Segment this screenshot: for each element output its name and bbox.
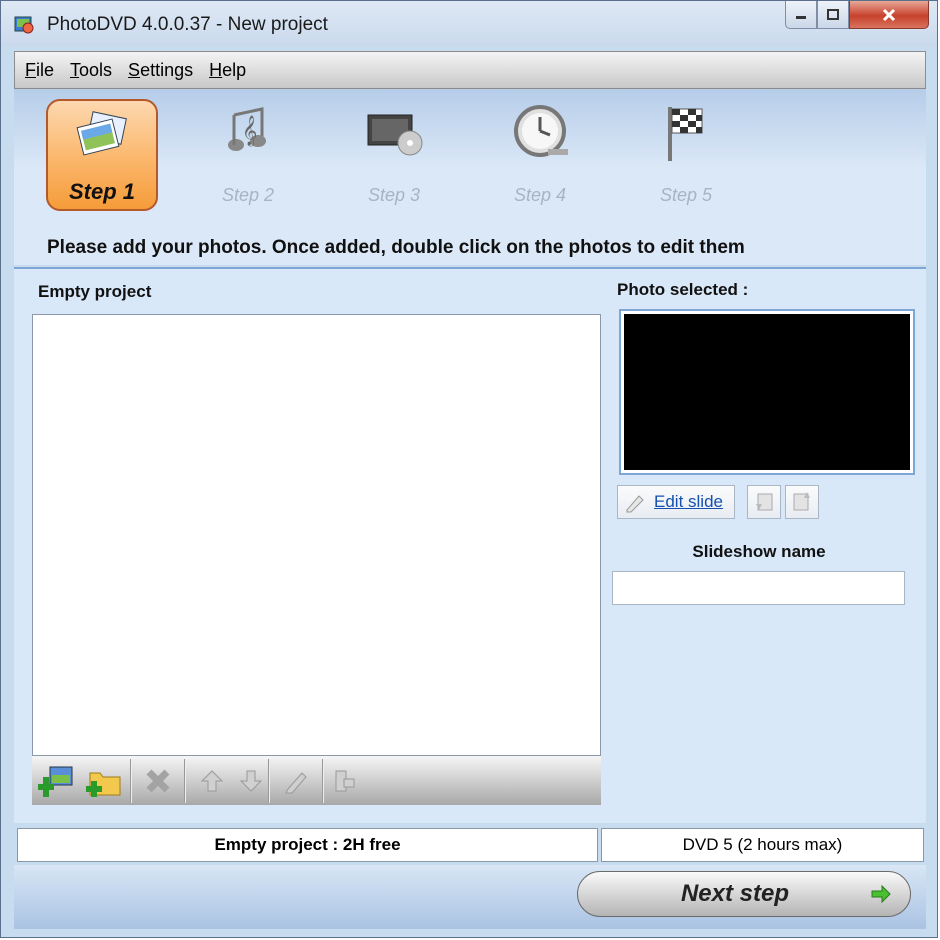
rotate-right-icon xyxy=(793,492,810,511)
next-step-label: Next step xyxy=(680,880,790,907)
menu-settings[interactable]: Settings xyxy=(128,60,193,81)
photo-toolbar xyxy=(32,756,601,805)
photo-list[interactable] xyxy=(32,314,601,756)
toolbar-separator xyxy=(130,758,132,803)
slideshow-name-input[interactable] xyxy=(612,571,905,605)
toolbar-separator xyxy=(322,758,324,803)
properties-button[interactable] xyxy=(326,761,362,801)
project-status: Empty project : 2H free xyxy=(17,828,598,862)
project-title: Empty project xyxy=(38,282,152,301)
properties-icon xyxy=(335,770,355,791)
step-5[interactable]: Step 5 xyxy=(630,99,742,211)
music-icon: 𝄞 xyxy=(228,107,266,151)
rotate-left-icon xyxy=(756,493,773,511)
next-step-button[interactable]: Next step xyxy=(577,871,911,917)
menu-help[interactable]: Help xyxy=(209,60,246,81)
minimize-icon xyxy=(796,15,806,19)
toolbar-separator xyxy=(268,758,270,803)
step-5-label: Step 5 xyxy=(659,185,713,205)
window-controls xyxy=(785,1,929,33)
photos-icon xyxy=(76,111,127,156)
photo-preview xyxy=(619,309,915,475)
edit-slide-label: Edit slide xyxy=(654,492,723,511)
step-3[interactable]: Step 3 xyxy=(338,99,450,211)
app-icon xyxy=(14,16,34,34)
step-4[interactable]: Step 4 xyxy=(484,99,596,211)
rotate-right-button[interactable] xyxy=(785,485,819,519)
move-down-icon xyxy=(239,770,263,792)
delete-icon xyxy=(146,769,170,792)
maximize-button[interactable] xyxy=(817,1,849,29)
move-down-button[interactable] xyxy=(236,761,266,801)
move-up-button[interactable] xyxy=(188,761,236,801)
step-1[interactable]: Step 1 xyxy=(46,99,158,211)
move-up-icon xyxy=(200,769,224,791)
slideshow-name-title: Slideshow name xyxy=(692,542,826,561)
close-icon xyxy=(882,8,896,21)
step-4-label: Step 4 xyxy=(513,185,567,205)
rotate-left-button[interactable] xyxy=(747,485,781,519)
step-1-label: Step 1 xyxy=(68,179,136,204)
menu-disc-icon xyxy=(367,114,423,156)
preview-area xyxy=(624,314,910,470)
add-folder-button[interactable] xyxy=(80,761,128,801)
pencil-icon xyxy=(626,495,644,513)
photo-selected-title: Photo selected : xyxy=(617,280,749,299)
arrow-right-icon xyxy=(871,884,891,904)
step-2-label: Step 2 xyxy=(221,185,275,205)
finish-flag-icon xyxy=(668,107,703,161)
edit-icon xyxy=(285,771,307,793)
app-window: PhotoDVD 4.0.0.37 - New project File Too… xyxy=(0,0,938,938)
menu-file[interactable]: File xyxy=(25,60,54,81)
menu-tools[interactable]: Tools xyxy=(70,60,112,81)
clock-icon xyxy=(514,105,568,157)
close-button[interactable] xyxy=(849,1,929,29)
svg-text:𝄞: 𝄞 xyxy=(242,115,257,147)
edit-button[interactable] xyxy=(272,761,320,801)
maximize-icon xyxy=(827,8,839,20)
delete-button[interactable] xyxy=(134,761,182,801)
add-folder-icon xyxy=(86,772,121,797)
edit-slide-button[interactable]: Edit slide xyxy=(617,485,735,519)
step-3-label: Step 3 xyxy=(367,185,421,205)
menu-bar: File Tools Settings Help xyxy=(14,51,926,89)
disc-type-status: DVD 5 (2 hours max) xyxy=(601,828,924,862)
minimize-button[interactable] xyxy=(785,1,817,29)
title-bar: PhotoDVD 4.0.0.37 - New project xyxy=(1,1,937,47)
add-photos-button[interactable] xyxy=(32,761,80,801)
instruction-text: Please add your photos. Once added, doub… xyxy=(47,237,745,258)
add-photos-icon xyxy=(38,766,73,797)
toolbar-separator xyxy=(184,758,186,803)
step-2[interactable]: 𝄞 Step 2 xyxy=(192,99,304,211)
window-title: PhotoDVD 4.0.0.37 - New project xyxy=(47,14,328,35)
